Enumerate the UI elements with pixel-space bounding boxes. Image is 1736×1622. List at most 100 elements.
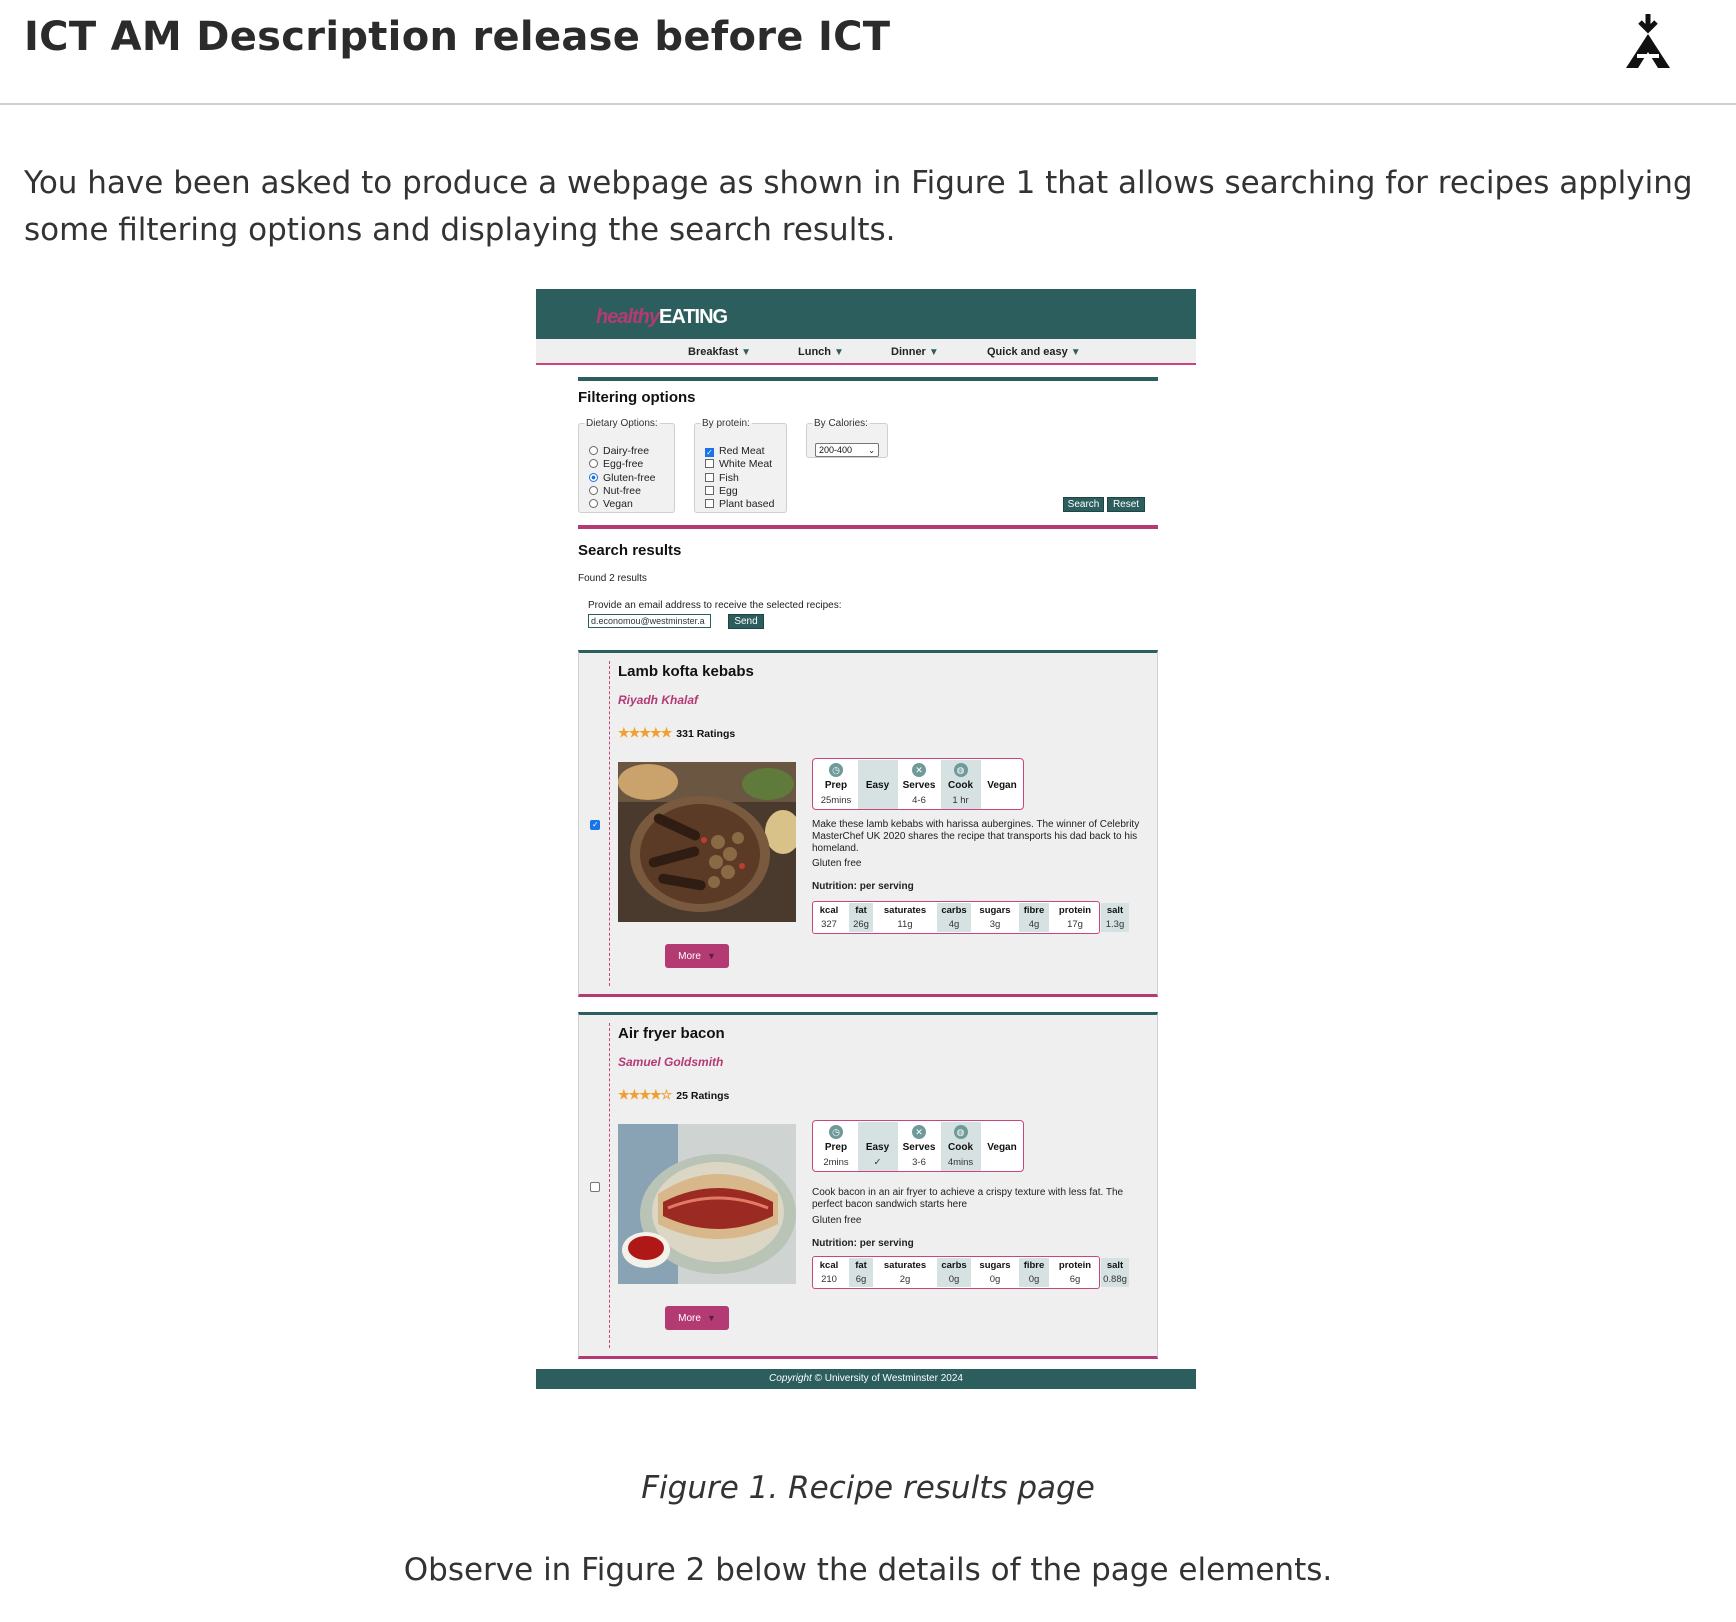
option-label: Vegan <box>603 498 633 511</box>
nutrition-value: 0g <box>948 1274 960 1285</box>
search-button[interactable]: Search <box>1063 497 1104 512</box>
nutrition-fat: fat 6g <box>849 1258 873 1287</box>
radio-button[interactable] <box>589 446 598 455</box>
info-prep: ◷ Prep 25mins <box>816 760 856 809</box>
checkbox[interactable] <box>705 485 714 495</box>
nutrition-carbs: carbs 0g <box>937 1258 971 1287</box>
nutrition-carbs: carbs 4g <box>937 903 971 932</box>
results-title: Search results <box>578 542 682 559</box>
nutrition-value: 4g <box>948 919 960 930</box>
stacked-triangle-download-icon[interactable] <box>1618 12 1678 72</box>
clock-icon: ◷ <box>829 1125 843 1139</box>
info-label: Cook <box>948 1142 973 1153</box>
recipe-select-checkbox[interactable] <box>590 820 600 830</box>
nutrition-label: protein <box>1058 1260 1092 1271</box>
nutrition-value: 327 <box>821 919 837 930</box>
nutrition-label: fat <box>855 1260 867 1271</box>
option-label: Dairy-free <box>603 445 650 457</box>
recipe-rating: ★★★★★ 331 Ratings <box>618 725 736 740</box>
recipe-title[interactable]: Air fryer bacon <box>618 1025 725 1042</box>
clock-icon: ◷ <box>829 763 843 777</box>
dietary-option-egg-free[interactable]: Egg-free <box>589 458 643 470</box>
nav-lunch[interactable]: Lunch ▼ <box>798 346 844 358</box>
info-label: Prep <box>824 1142 848 1153</box>
info-serves: ✕ Serves 4-6 <box>899 760 939 809</box>
recipe-title[interactable]: Lamb kofta kebabs <box>618 663 754 680</box>
radio-button[interactable] <box>589 459 598 469</box>
info-value: 25mins <box>820 795 852 806</box>
protein-group: By protein: ✓ Red Meat White Meat Fish Egg Pl… <box>694 418 787 513</box>
page-header: ICT AM Description release before ICT <box>0 0 1736 105</box>
reset-button[interactable]: Reset <box>1107 497 1145 512</box>
site-logo[interactable]: healthyEATING <box>596 306 728 329</box>
nutrition-saturates: saturates 11g <box>879 903 931 932</box>
option-label: Gluten-free <box>603 471 656 484</box>
info-serves: ✕ Serves 3-6 <box>899 1122 939 1171</box>
figure-caption: Figure 1. Recipe results page <box>641 1470 1095 1506</box>
nutrition-label: carbs <box>941 905 967 916</box>
nav-breakfast[interactable]: Breakfast ▼ <box>688 346 751 358</box>
more-button[interactable]: More ▼ <box>665 944 729 968</box>
email-input[interactable]: d.economou@westminster.a <box>588 614 711 628</box>
nav-dinner[interactable]: Dinner ▼ <box>891 346 939 358</box>
stars-icon: ★★★★★ <box>618 725 672 740</box>
radio-button[interactable] <box>589 485 598 495</box>
protein-option-white-meat[interactable]: White Meat <box>705 458 772 470</box>
checkbox[interactable]: ✓ <box>705 448 714 457</box>
radio-button[interactable] <box>589 499 598 509</box>
nutrition-protein: protein 6g <box>1055 1258 1095 1287</box>
found-count: Found 2 results <box>578 573 647 584</box>
protein-option-red-meat[interactable]: ✓ Red Meat <box>705 445 765 457</box>
nutrition-value: 0g <box>989 1274 1001 1285</box>
nutrition-value: 6g <box>855 1274 867 1285</box>
nutrition-value: 6g <box>1069 1274 1081 1285</box>
info-label: Serves <box>902 1142 936 1153</box>
recipe-card: Air fryer bacon Samuel Goldsmith ★★★★☆ 25… <box>578 1012 1158 1359</box>
nutrition-title: Nutrition: per serving <box>812 881 914 892</box>
recipe-select-checkbox[interactable] <box>590 1182 600 1192</box>
info-vegan: Vegan <box>982 1122 1022 1171</box>
checkbox[interactable] <box>705 472 714 482</box>
protein-option-egg[interactable]: Egg <box>705 485 738 497</box>
option-label: White Meat <box>719 458 773 471</box>
nutrition-label: saturates <box>883 905 927 916</box>
nutrition-label: fibre <box>1023 905 1045 916</box>
protein-legend: By protein: <box>702 418 750 429</box>
info-label: Easy <box>865 1142 890 1153</box>
cutlery-icon: ✕ <box>912 1125 926 1139</box>
calories-select[interactable]: 200-400 ⌄ <box>815 443 879 457</box>
protein-option-fish[interactable]: Fish <box>705 472 739 484</box>
option-label: Egg <box>719 484 738 497</box>
site-nav: Breakfast ▼ Lunch ▼ Dinner ▼ Quick and easy… <box>536 339 1196 365</box>
nutrition-value: 1.3g <box>1105 919 1125 930</box>
brand-part1: healthy <box>596 306 660 328</box>
nutrition-label: salt <box>1106 905 1124 916</box>
option-label: Plant based <box>719 498 775 511</box>
chevron-down-icon: ⌄ <box>868 446 875 455</box>
nutrition-value: 0.88g <box>1103 1274 1127 1285</box>
dietary-option-dairy-free[interactable]: Dairy-free <box>589 445 649 457</box>
nutrition-fibre: fibre 0g <box>1019 1258 1049 1287</box>
cutlery-icon: ✕ <box>912 763 926 777</box>
nutrition-kcal: kcal 327 <box>815 903 843 932</box>
nutrition-label: fibre <box>1023 1260 1045 1271</box>
info-cook: ◍ Cook 1 hr <box>940 760 981 809</box>
figure-screenshot: healthyEATING Breakfast ▼ Lunch ▼ Dinner ▼ … <box>536 289 1196 1389</box>
info-cook: ◍ Cook 4mins <box>940 1122 981 1171</box>
send-button[interactable]: Send <box>728 614 764 629</box>
nutrition-label: fat <box>855 905 867 916</box>
option-label: Red Meat <box>719 445 765 457</box>
checkbox[interactable] <box>705 459 714 469</box>
nutrition-label: protein <box>1058 905 1092 916</box>
recipe-diet: Gluten free <box>812 1215 862 1226</box>
protein-option-plant-based[interactable]: Plant based <box>705 498 774 510</box>
info-value: ✓ <box>873 1157 882 1168</box>
nav-quick-and-easy[interactable]: Quick and easy ▼ <box>987 346 1081 358</box>
dietary-option-gluten-free[interactable]: Gluten-free <box>589 472 656 484</box>
more-button[interactable]: More ▼ <box>665 1306 729 1330</box>
radio-button[interactable] <box>589 472 598 482</box>
checkbox[interactable] <box>705 499 714 509</box>
dietary-option-nut-free[interactable]: Nut-free <box>589 485 641 497</box>
caret-down-icon: ▼ <box>706 951 716 961</box>
dietary-option-vegan[interactable]: Vegan <box>589 498 633 510</box>
